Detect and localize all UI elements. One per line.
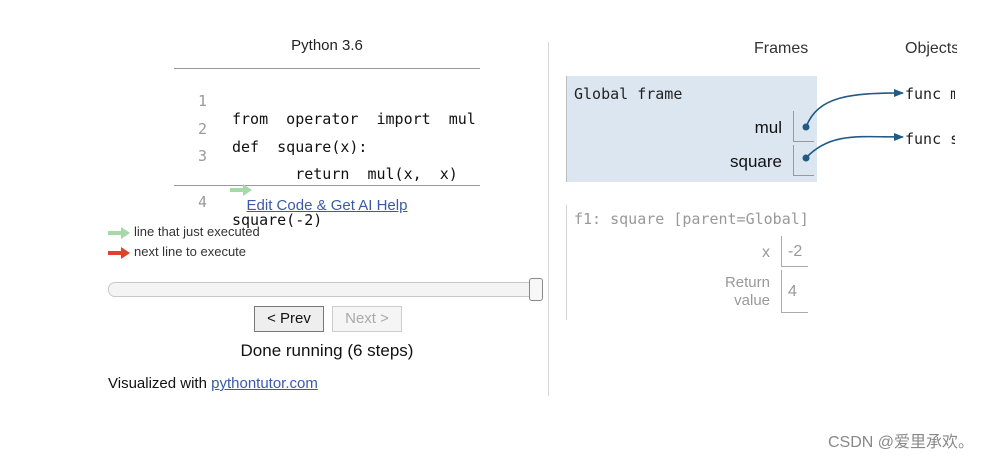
mul-arrow xyxy=(805,89,904,128)
f1-frame-border xyxy=(566,205,567,320)
f1-var-x-value: -2 xyxy=(781,236,808,267)
f1-var-x: x xyxy=(762,244,770,261)
square-arrow xyxy=(805,132,904,159)
pointer-arrows xyxy=(802,89,904,162)
watermark: CSDN @爱里承欢。 xyxy=(828,434,975,451)
f1-frame-title: f1: square [parent=Global] xyxy=(574,210,809,228)
f1-return-value: 4 xyxy=(781,270,808,313)
f1-return-label: Return value xyxy=(724,274,770,309)
